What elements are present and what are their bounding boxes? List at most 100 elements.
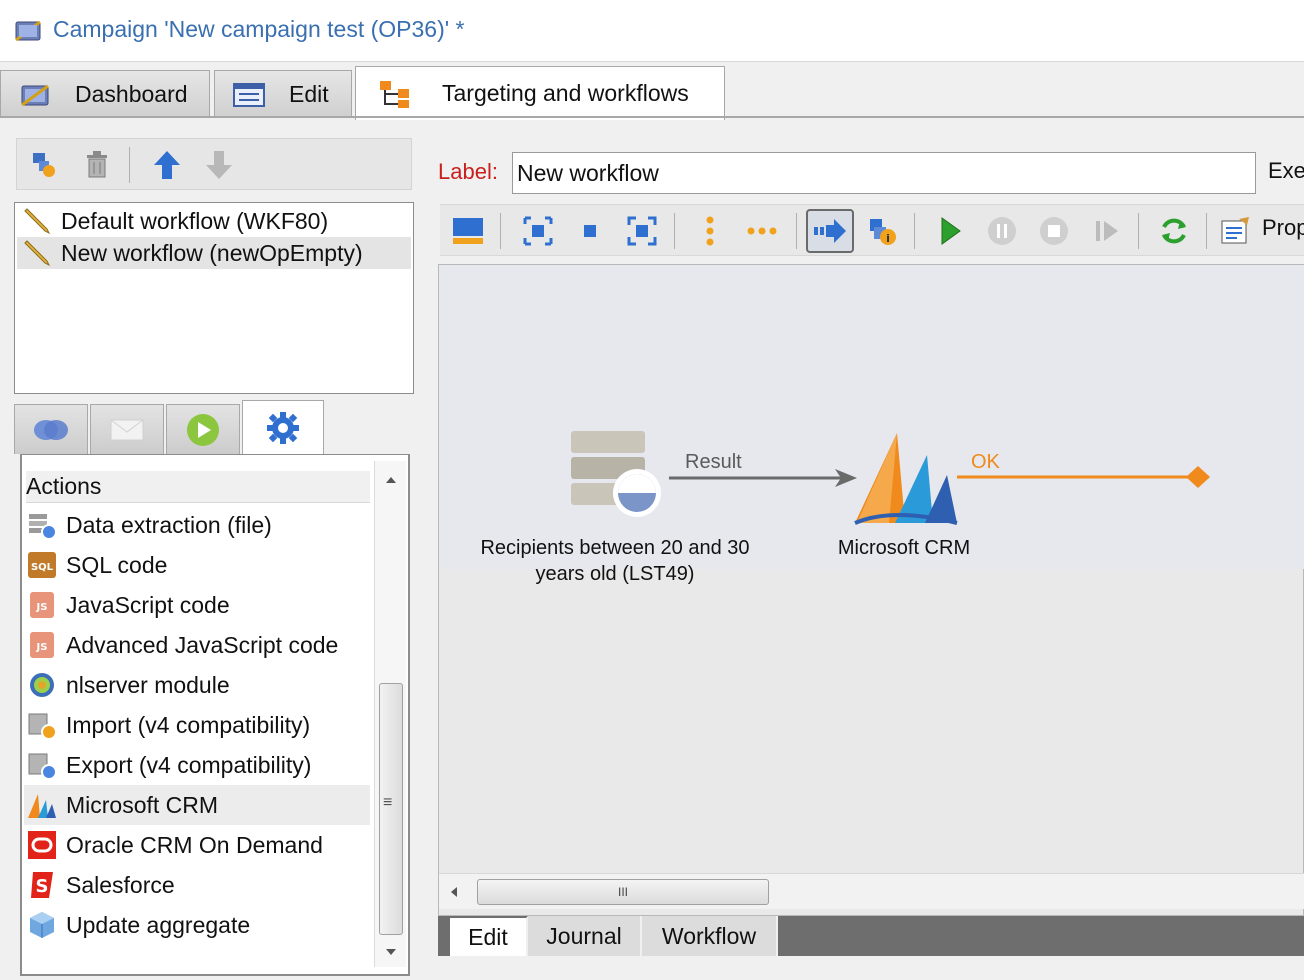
list-database-icon[interactable] <box>567 427 667 525</box>
palette-item-label: nlserver module <box>66 671 230 698</box>
scroll-down-arrow-icon[interactable] <box>384 947 398 957</box>
palette-tab-delivery[interactable] <box>90 404 164 454</box>
move-down-button[interactable] <box>201 147 237 183</box>
step-button[interactable] <box>1088 213 1124 249</box>
workflow-canvas[interactable]: Recipients between 20 and 30 years old (… <box>438 264 1304 916</box>
palette-tab-flow-control[interactable] <box>166 404 240 454</box>
palette-item-update-aggregate[interactable]: Update aggregate <box>24 905 370 945</box>
targeting-icon <box>34 419 68 440</box>
stop-button[interactable] <box>1036 213 1072 249</box>
tab-workflow[interactable]: Workflow <box>642 916 778 956</box>
transition-label-ok: OK <box>971 451 1000 473</box>
scroll-up-arrow-icon[interactable] <box>384 475 398 485</box>
export-icon <box>26 749 58 781</box>
palette-item-data-extraction[interactable]: Data extraction (file) <box>24 505 370 545</box>
palette-tab-actions[interactable] <box>242 400 324 454</box>
svg-text:S: S <box>36 876 49 897</box>
transition-label-result: Result <box>685 451 742 473</box>
actions-palette-panel: Actions Data extraction (file) SQL SQL c… <box>20 454 410 976</box>
palette-item-label: Oracle CRM On Demand <box>66 831 323 858</box>
zoom-out-button[interactable] <box>624 213 660 249</box>
workflow-label-input[interactable]: New workflow <box>512 152 1256 194</box>
palette-item-label: Salesforce <box>66 871 175 898</box>
palette-item-label: Microsoft CRM <box>66 791 219 818</box>
microsoft-crm-icon[interactable] <box>853 425 963 529</box>
palette-item-export[interactable]: Export (v4 compatibility) <box>24 745 370 785</box>
scrollbar-thumb[interactable]: III <box>477 879 769 905</box>
scroll-left-arrow-icon[interactable] <box>449 885 459 899</box>
start-button[interactable] <box>932 213 968 249</box>
play-icon <box>941 217 961 245</box>
align-horizontal-button[interactable] <box>744 213 780 249</box>
properties-icon <box>1221 217 1249 244</box>
delivery-icon <box>110 419 144 440</box>
palette-item-label: JavaScript code <box>66 591 230 618</box>
pause-icon <box>988 217 1016 245</box>
workflow-label: New workflow (newOpEmpty) <box>61 239 363 266</box>
properties-label[interactable]: Prop <box>1262 215 1304 241</box>
toolbar-separator <box>129 147 130 183</box>
delete-workflow-button[interactable] <box>79 147 115 183</box>
properties-button[interactable] <box>1218 213 1254 249</box>
zoom-fit-button[interactable] <box>520 213 556 249</box>
scroll-grip-icon: III <box>617 885 628 899</box>
tab-dashboard[interactable]: Dashboard <box>0 70 210 118</box>
window-title: Campaign 'New campaign test (OP36)' * <box>53 16 465 42</box>
microsoft-crm-icon <box>26 789 58 821</box>
link-arrow-icon <box>814 219 846 243</box>
vertical-dots-icon <box>706 216 714 246</box>
canvas-horizontal-scrollbar[interactable]: III <box>439 873 1304 909</box>
label-caption: Label: <box>438 159 498 184</box>
layout-button[interactable] <box>450 213 486 249</box>
node-label-line: Recipients between 20 and 30 <box>480 537 750 559</box>
palette-item-microsoft-crm[interactable]: Microsoft CRM <box>24 785 370 825</box>
node-label-line: years old (LST49) <box>535 563 695 585</box>
palette-item-nlserver-module[interactable]: nlserver module <box>24 665 370 705</box>
palette-vertical-scrollbar[interactable]: ≡ <box>374 461 406 967</box>
palette-item-javascript-code[interactable]: JS JavaScript code <box>24 585 370 625</box>
form-icon <box>233 82 265 107</box>
toolbar-separator <box>1206 213 1207 249</box>
palette-section-header[interactable]: Actions <box>26 471 370 503</box>
main-tab-strip: Dashboard Edit Targeting and workflows <box>0 62 1304 120</box>
pause-button[interactable] <box>984 213 1020 249</box>
move-up-button[interactable] <box>149 147 185 183</box>
new-workflow-button[interactable] <box>25 147 61 183</box>
palette-item-oracle-crm[interactable]: Oracle CRM On Demand <box>24 825 370 865</box>
import-icon <box>26 709 58 741</box>
scrollbar-thumb[interactable]: ≡ <box>379 683 403 935</box>
palette-item-sql-code[interactable]: SQL SQL code <box>24 545 370 585</box>
actions-gear-icon <box>267 411 299 444</box>
campaign-icon <box>21 84 49 106</box>
workflow-editor-toolbar: i Prop <box>440 204 1304 256</box>
data-extraction-icon <box>26 509 58 541</box>
tab-edit-bottom[interactable]: Edit <box>450 916 528 956</box>
toolbar-separator <box>1138 213 1139 249</box>
palette-tab-targeting[interactable] <box>14 404 88 454</box>
align-vertical-button[interactable] <box>692 213 728 249</box>
tab-journal[interactable]: Journal <box>528 916 642 956</box>
palette-item-label: Update aggregate <box>66 911 251 938</box>
palette-item-import[interactable]: Import (v4 compatibility) <box>24 705 370 745</box>
scroll-grip-icon: ≡ <box>383 794 393 811</box>
tab-targeting-and-workflows[interactable]: Targeting and workflows <box>355 66 725 120</box>
stop-icon <box>1040 217 1068 245</box>
zoom-normal-button[interactable] <box>572 213 608 249</box>
activity-properties-button[interactable]: i <box>864 213 900 249</box>
palette-item-advanced-javascript-code[interactable]: JS Advanced JavaScript code <box>24 625 370 665</box>
workflow-icon <box>380 80 409 108</box>
tab-edit[interactable]: Edit <box>214 70 352 118</box>
link-mode-button[interactable] <box>806 209 854 253</box>
refresh-icon <box>1162 218 1186 244</box>
activity-info-icon: i <box>870 219 896 245</box>
workflow-list-item[interactable]: New workflow (newOpEmpty) <box>17 237 411 269</box>
step-icon <box>1096 221 1118 241</box>
trash-icon <box>87 151 107 178</box>
arrow-down-icon <box>206 151 232 179</box>
refresh-button[interactable] <box>1156 213 1192 249</box>
toolbar-separator <box>796 213 797 249</box>
js-badge-text: JS <box>36 602 48 613</box>
palette-item-salesforce[interactable]: S Salesforce <box>24 865 370 905</box>
workflow-list-item[interactable]: Default workflow (WKF80) <box>17 205 411 237</box>
palette-item-label: Export (v4 compatibility) <box>66 751 312 778</box>
